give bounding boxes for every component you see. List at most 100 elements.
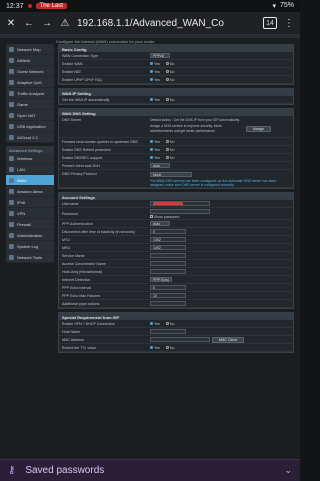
sidebar-item[interactable]: Firewall: [6, 219, 54, 230]
yes-radio[interactable]: Yes: [150, 156, 160, 160]
sidebar-item[interactable]: LAN: [6, 164, 54, 175]
yes-radio[interactable]: Yes: [150, 148, 160, 152]
section-title: Account Settings: [59, 193, 293, 200]
text-input[interactable]: 0: [150, 229, 186, 234]
row-label: PPP Echo Max Failures: [62, 293, 100, 298]
yes-radio[interactable]: Yes: [150, 346, 160, 350]
no-radio[interactable]: No: [165, 62, 174, 66]
sidebar-item[interactable]: Adaptive QoS: [6, 77, 54, 88]
sidebar-item[interactable]: USB Application: [6, 121, 54, 132]
text-input[interactable]: 1492: [150, 245, 186, 250]
row-label: PPP Echo Interval: [62, 285, 92, 290]
no-radio[interactable]: No: [165, 78, 174, 82]
sidebar-item[interactable]: AiCloud 2.0: [6, 132, 54, 143]
sidebar-item[interactable]: Open NAT: [6, 110, 54, 121]
dropdown-select[interactable]: Auto: [150, 163, 170, 168]
sidebar-item[interactable]: Wireless: [6, 153, 54, 164]
chevron-down-icon[interactable]: ⌄: [284, 465, 292, 476]
row-value: [150, 301, 290, 306]
row-value: [150, 329, 290, 334]
sidebar-item[interactable]: IPv6: [6, 197, 54, 208]
menu-icon: [9, 155, 14, 161]
sidebar-item-label: Open NAT: [17, 112, 36, 118]
menu-icon: [9, 177, 14, 183]
setting-row: Access Concentrator Name: [59, 260, 293, 268]
setting-row: PPP Echo Interval 6: [59, 284, 293, 292]
row-value: PPP Echo: [150, 277, 290, 282]
dns-privacy-select[interactable]: None: [150, 172, 192, 177]
sidebar-item-label: System Log: [17, 243, 39, 249]
sidebar-item[interactable]: WAN: [6, 175, 54, 186]
yes-radio[interactable]: Yes: [150, 98, 160, 102]
yes-radio[interactable]: Yes: [150, 78, 160, 82]
setting-row: Enable DNS Rebind protection Yes No: [59, 146, 293, 154]
text-input[interactable]: [150, 253, 186, 258]
tab-switcher-button[interactable]: 14: [263, 17, 277, 29]
row-value: Yes No: [150, 322, 290, 326]
no-radio[interactable]: No: [165, 322, 174, 326]
sidebar-item[interactable]: Administration: [6, 230, 54, 241]
sidebar-item-label: LAN: [17, 166, 25, 172]
assign-dns-button[interactable]: Assign: [246, 125, 271, 132]
sidebar-item[interactable]: Traffic Analyzer: [6, 88, 54, 99]
sidebar-item[interactable]: Network Map: [6, 44, 54, 55]
forward-icon[interactable]: →: [41, 17, 53, 29]
text-input[interactable]: [150, 337, 210, 342]
address-bar[interactable]: 192.168.1.1/Advanced_WAN_Co: [77, 18, 257, 29]
insecure-icon[interactable]: ⚠: [59, 17, 71, 29]
status-time: 12:37: [6, 2, 24, 10]
yes-radio[interactable]: Yes: [150, 70, 160, 74]
no-radio[interactable]: No: [165, 148, 174, 152]
menu-icon: [9, 232, 14, 238]
more-icon[interactable]: ⋮: [283, 17, 295, 29]
no-radio[interactable]: No: [165, 346, 174, 350]
dropdown-select[interactable]: PPPoE: [150, 53, 170, 58]
status-icons: ▾ 75%: [272, 2, 294, 10]
yes-radio[interactable]: Yes: [150, 322, 160, 326]
text-input[interactable]: [150, 329, 186, 334]
password-input[interactable]: [150, 208, 210, 214]
close-tab-icon[interactable]: ✕: [5, 17, 17, 29]
sidebar-item[interactable]: Network Tools: [6, 252, 54, 263]
sidebar-item[interactable]: System Log: [6, 241, 54, 252]
dropdown-select[interactable]: Auto: [150, 221, 170, 226]
sidebar-item-label: Amazon Alexa: [17, 188, 43, 194]
no-radio[interactable]: No: [165, 140, 174, 144]
battery-level: 75%: [279, 2, 294, 9]
show-password-checkbox[interactable]: Show password: [150, 215, 179, 219]
text-input[interactable]: [150, 301, 186, 306]
sidebar-item[interactable]: Amazon Alexa: [6, 186, 54, 197]
row-label: Internet Detection: [62, 277, 91, 282]
mac-clone-button[interactable]: MAC Clone: [212, 336, 245, 343]
row-value: Yes No: [150, 140, 290, 144]
text-input[interactable]: 1492: [150, 237, 186, 242]
username-input[interactable]: [150, 201, 210, 206]
sidebar-item-label: AiCloud 2.0: [17, 134, 38, 140]
saved-passwords-sheet[interactable]: ⚷ Saved passwords ⌄: [0, 459, 300, 481]
yes-radio[interactable]: Yes: [150, 140, 160, 144]
sidebar-item[interactable]: Guest Network: [6, 66, 54, 77]
dropdown-select[interactable]: PPP Echo: [150, 277, 172, 282]
no-radio[interactable]: No: [165, 98, 174, 102]
sidebar: Network Map AiMesh Guest Network Adaptive Q…: [6, 44, 54, 266]
settings-content: Basic Config WAN Connection Type PPPoE Ena…: [58, 44, 294, 356]
setting-row: Internet Detection PPP Echo: [59, 276, 293, 284]
no-radio[interactable]: No: [165, 156, 174, 160]
no-radio[interactable]: No: [165, 70, 174, 74]
row-label: MAC Address: [62, 337, 84, 342]
text-input[interactable]: [150, 261, 186, 266]
sidebar-item[interactable]: VPN: [6, 208, 54, 219]
sidebar-item[interactable]: AiMesh: [6, 55, 54, 66]
isp-section: Special Requirement from ISP Enable VPN …: [58, 312, 294, 353]
row-value: Yes No: [150, 156, 290, 160]
text-input[interactable]: [150, 269, 186, 274]
sidebar-item[interactable]: Game: [6, 99, 54, 110]
text-input[interactable]: 10: [150, 293, 186, 298]
recording-dot: [27, 4, 32, 8]
row-label: Host Name: [62, 329, 80, 334]
row-value: [150, 253, 290, 258]
text-input[interactable]: 6: [150, 285, 186, 290]
back-icon[interactable]: ←: [23, 17, 35, 29]
yes-radio[interactable]: Yes: [150, 62, 160, 66]
menu-icon: [9, 112, 14, 118]
